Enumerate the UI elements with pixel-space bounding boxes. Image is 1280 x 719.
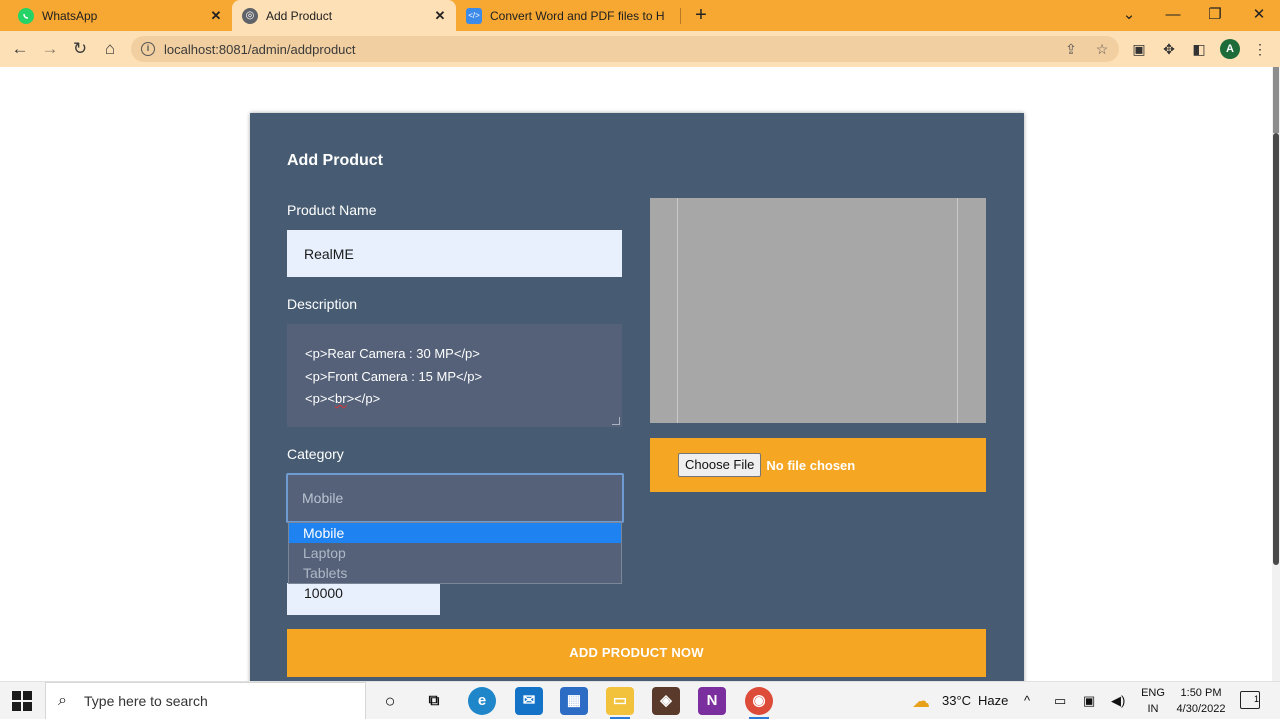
minimize-button[interactable]: — (1162, 4, 1184, 26)
category-label: Category (287, 446, 344, 462)
tab-title: WhatsApp (42, 8, 98, 23)
weather-temp[interactable]: 33°C (942, 682, 971, 719)
chrome-icon[interactable]: ◉ (745, 687, 773, 715)
page-title: Add Product (287, 152, 383, 169)
share-icon[interactable]: ⇪ (1061, 36, 1081, 62)
new-tab-button[interactable]: + (690, 4, 712, 26)
category-option[interactable]: Laptop (289, 543, 621, 563)
tab-add-product[interactable]: ◎ Add Product ✕ (232, 0, 456, 31)
windows-start-icon[interactable] (12, 691, 32, 711)
restore-button[interactable]: ❐ (1204, 4, 1226, 26)
search-icon: ⌕ (58, 692, 67, 709)
tab-search-icon[interactable]: ⌄ (1118, 4, 1140, 26)
price-input[interactable]: 10000 (287, 583, 440, 615)
reload-icon[interactable]: ↻ (68, 37, 92, 61)
scrollbar-track-upper (1273, 67, 1279, 133)
tab-whatsapp[interactable]: WhatsApp ✕ (0, 0, 232, 31)
scrollbar-thumb[interactable] (1273, 133, 1279, 565)
spellcheck-word: br (335, 391, 347, 406)
site-info-icon[interactable]: i (141, 42, 155, 56)
menu-kebab-icon[interactable]: ⋮ (1250, 39, 1270, 59)
file-upload-bar: Choose File No file chosen (650, 438, 986, 492)
close-window-button[interactable]: ✕ (1248, 4, 1270, 26)
close-icon[interactable]: ✕ (208, 8, 224, 24)
product-name-input[interactable]: RealME (287, 230, 622, 277)
taskbar-search-box[interactable]: ⌕ Type here to search (45, 682, 366, 719)
tab-title: Convert Word and PDF files to H (490, 8, 665, 23)
tab-title: Add Product (266, 8, 333, 23)
weather-desc[interactable]: Haze (978, 682, 1008, 719)
tab-separator (680, 8, 681, 24)
back-icon[interactable]: ← (8, 37, 32, 61)
description-label: Description (287, 296, 358, 312)
browser-tab-strip: WhatsApp ✕ ◎ Add Product ✕ </> Convert W… (0, 0, 1280, 31)
whatsapp-icon (18, 7, 34, 24)
bookmark-star-icon[interactable]: ☆ (1092, 36, 1112, 62)
resize-handle[interactable] (612, 417, 620, 425)
volume-icon[interactable]: ◀) (1111, 682, 1125, 719)
image-preview-frame (677, 198, 958, 423)
weather-icon[interactable]: ☁ (912, 682, 930, 719)
browser-toolbar: ← → ↻ ⌂ i localhost:8081/admin/addproduc… (0, 31, 1280, 67)
input-language[interactable]: ENG IN (1140, 685, 1166, 717)
add-product-card: Add Product Product Name RealME Descript… (250, 113, 1024, 681)
show-hidden-icons[interactable]: ^ (1024, 682, 1030, 719)
profile-avatar[interactable]: A (1220, 39, 1240, 59)
windows-taskbar: ⌕ Type here to search ○ ⧉ e ✉ ▦ ▭ ◈ N ◉ … (0, 681, 1280, 719)
address-bar[interactable]: i localhost:8081/admin/addproduct ⇪ ☆ (131, 36, 1119, 62)
system-clock[interactable]: 1:50 PM 4/30/2022 (1170, 685, 1232, 717)
mail-icon[interactable]: ✉ (515, 687, 543, 715)
category-option[interactable]: Mobile (289, 523, 621, 543)
add-product-button[interactable]: ADD PRODUCT NOW (287, 629, 986, 677)
task-view-icon[interactable]: ⧉ (420, 687, 448, 715)
game-app-icon[interactable]: ◈ (652, 687, 680, 715)
description-textarea[interactable]: <p>Rear Camera : 30 MP</p> <p>Front Came… (287, 324, 622, 427)
image-preview (650, 198, 986, 423)
home-icon[interactable]: ⌂ (98, 37, 122, 61)
globe-icon: ◎ (242, 7, 258, 24)
category-dropdown-list: Mobile Laptop Tablets (288, 522, 622, 584)
onenote-icon[interactable]: N (698, 687, 726, 715)
tab-convert-word[interactable]: </> Convert Word and PDF files to H (456, 0, 676, 31)
extensions-puzzle-icon[interactable]: ✥ (1159, 39, 1179, 59)
description-line: <p>Front Camera : 15 MP</p> (305, 368, 483, 384)
page-viewport: Add Product Product Name RealME Descript… (0, 67, 1272, 681)
category-select[interactable]: Mobile (286, 473, 624, 523)
clock-time: 1:50 PM (1180, 687, 1222, 699)
choose-file-button[interactable]: Choose File (678, 453, 762, 477)
category-option[interactable]: Tablets (289, 563, 621, 583)
search-placeholder: Type here to search (84, 693, 208, 709)
extension-se-icon[interactable]: ▣ (1129, 39, 1149, 59)
close-icon[interactable]: ✕ (432, 8, 448, 24)
side-panel-icon[interactable]: ◧ (1189, 39, 1209, 59)
code-icon: </> (466, 7, 482, 24)
cortana-icon[interactable]: ○ (376, 687, 404, 715)
product-name-label: Product Name (287, 202, 377, 218)
description-line: <p>Rear Camera : 30 MP</p> (305, 346, 480, 361)
page-scrollbar[interactable] (1272, 67, 1280, 681)
store-icon[interactable]: ▦ (560, 687, 588, 715)
forward-icon[interactable]: → (38, 37, 62, 61)
notification-center-icon[interactable]: 1 (1240, 691, 1260, 709)
network-icon[interactable]: ▣ (1083, 682, 1095, 719)
file-status-text: No file chosen (766, 457, 856, 473)
edge-icon[interactable]: e (468, 687, 496, 715)
url-text: localhost:8081/admin/addproduct (164, 41, 356, 57)
battery-icon[interactable]: ▭ (1054, 682, 1066, 719)
file-explorer-icon[interactable]: ▭ (606, 687, 634, 715)
clock-date: 4/30/2022 (1176, 703, 1226, 715)
description-line: <p><br></p> (305, 391, 381, 406)
